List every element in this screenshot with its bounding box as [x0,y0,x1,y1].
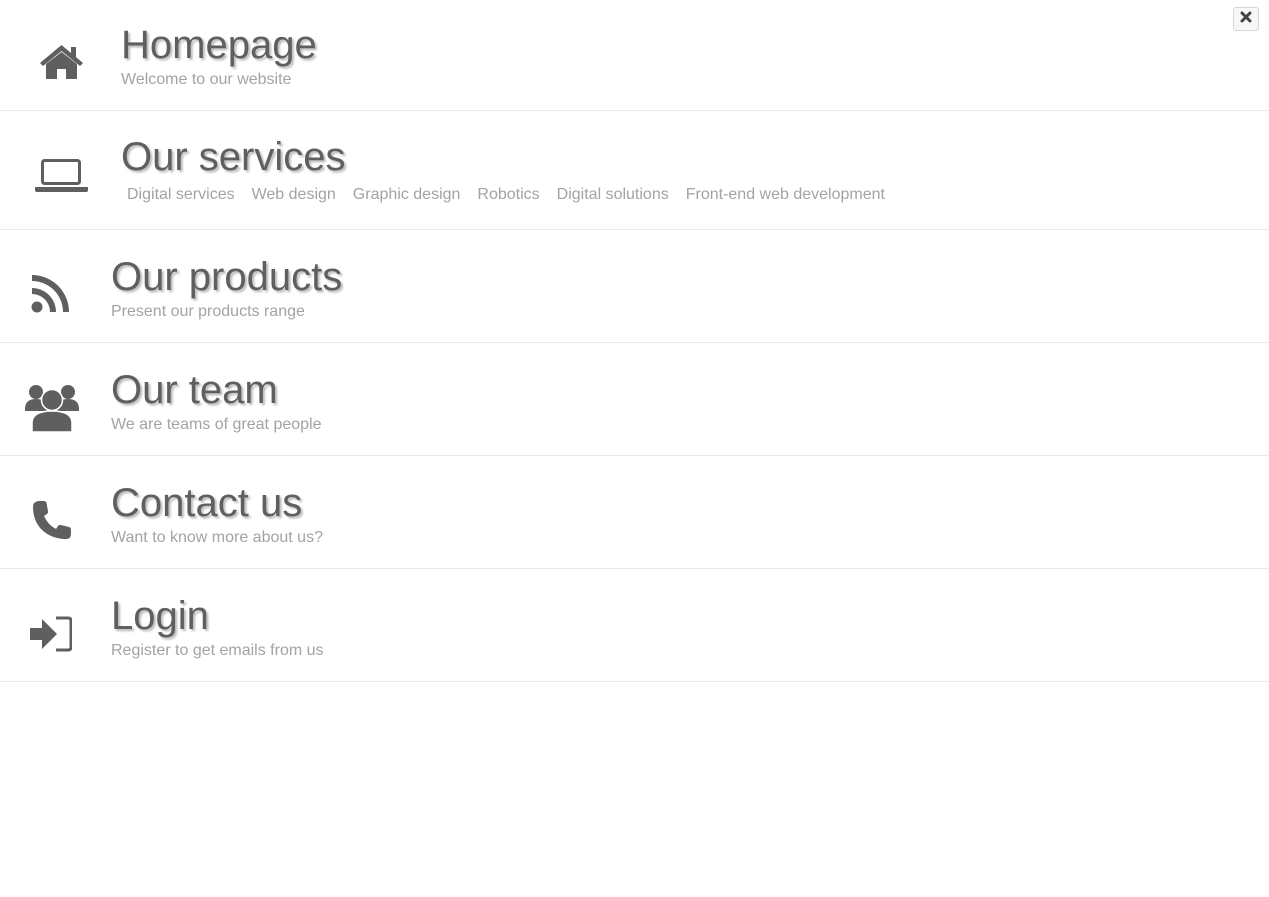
menu-item-subtitle: Welcome to our website [121,71,292,88]
menu-item-subtitle: We are teams of great people [111,416,322,433]
sign-in-icon [30,616,72,652]
menu-item-title: Homepage [121,23,317,67]
menu-item-subtitle: Present our products range [111,303,305,320]
menu-item-title: Our services [121,135,346,179]
menu-item-title: Our products [111,255,343,299]
close-icon [1240,10,1252,28]
services-link-robotics[interactable]: Robotics [477,187,539,203]
menu-item-homepage[interactable]: Homepage Welcome to our website [0,0,1269,111]
laptop-icon [35,157,88,193]
menu-item-services[interactable]: Our services Digital services Web design… [0,111,1269,230]
menu-item-subtitle: Register to get emails from us [111,642,324,659]
menu-item-subtitle: Want to know more about us? [111,529,323,546]
close-button[interactable] [1233,7,1259,31]
menu-item-products[interactable]: Our products Present our products range [0,230,1269,343]
menu-item-team[interactable]: Our team We are teams of great people [0,343,1269,456]
home-icon [39,44,84,80]
menu-item-title: Login [111,594,209,638]
users-icon [25,383,79,433]
menu-item-title: Our team [111,368,278,412]
rss-icon [31,273,71,313]
services-sublinks: Digital services Web design Graphic desi… [127,187,902,203]
menu-item-title: Contact us [111,481,303,525]
menu-item-contact[interactable]: Contact us Want to know more about us? [0,456,1269,569]
services-link-graphic-design[interactable]: Graphic design [353,187,461,203]
services-link-digital-services[interactable]: Digital services [127,187,235,203]
phone-icon [31,499,73,541]
services-link-digital-solutions[interactable]: Digital solutions [557,187,669,203]
services-link-web-design[interactable]: Web design [252,187,336,203]
menu-item-login[interactable]: Login Register to get emails from us [0,569,1269,682]
services-link-front-end-web-development[interactable]: Front-end web development [686,187,885,203]
overlay-menu: Homepage Welcome to our website Our serv… [0,0,1269,682]
